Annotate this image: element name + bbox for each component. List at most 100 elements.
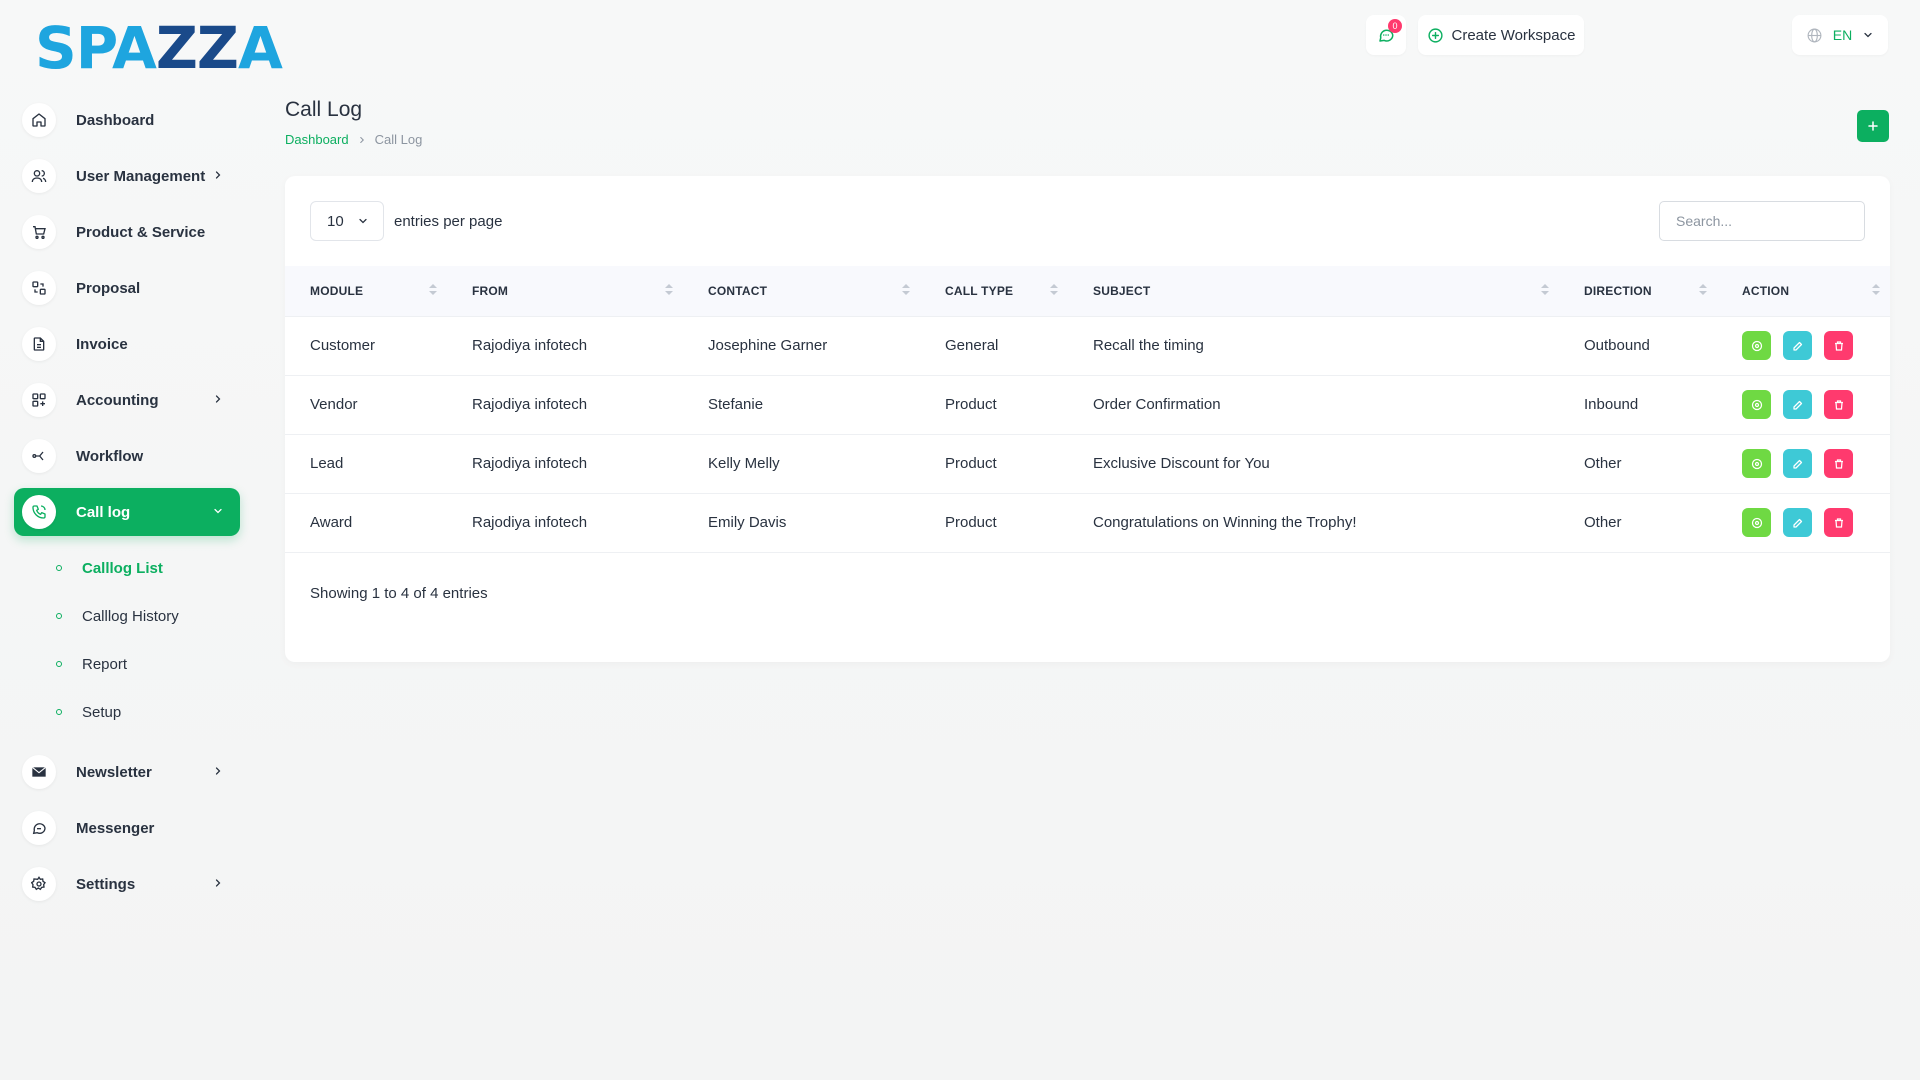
sidebar-item-label: Dashboard — [76, 111, 155, 129]
view-button[interactable] — [1742, 390, 1771, 419]
delete-button[interactable] — [1824, 390, 1853, 419]
cell-call-type: Product — [920, 374, 1068, 434]
sidebar: Dashboard User Management Product & Serv… — [14, 96, 240, 916]
chevron-right-icon — [215, 171, 221, 179]
globe-icon — [1807, 28, 1822, 42]
cell-module: Vendor — [285, 374, 447, 434]
sidebar-item-label: Invoice — [76, 335, 128, 353]
view-icon — [1751, 399, 1762, 410]
message-circle-icon — [22, 811, 56, 845]
sidebar-subitem-label: Calllog List — [82, 559, 163, 577]
sidebar-item-newsletter[interactable]: Newsletter — [14, 748, 240, 796]
column-header-label: MODULE — [310, 283, 364, 298]
column-header-subject[interactable]: SUBJECT — [1068, 266, 1559, 316]
bullet-icon — [56, 613, 62, 619]
view-button[interactable] — [1742, 331, 1771, 360]
users-icon — [22, 159, 56, 193]
search-input[interactable] — [1659, 201, 1865, 241]
sidebar-item-messenger[interactable]: Messenger — [14, 804, 240, 852]
sidebar-item-settings[interactable]: Settings — [14, 860, 240, 908]
breadcrumb-current: Call Log — [374, 132, 423, 147]
edit-icon — [1792, 341, 1802, 351]
sidebar-item-label: Messenger — [76, 819, 155, 837]
column-header-label: FROM — [472, 283, 509, 298]
sidebar-subitem-calllog-history[interactable]: Calllog History — [40, 592, 240, 640]
sidebar-item-dashboard[interactable]: Dashboard — [14, 96, 240, 144]
spazza-logo[interactable]: SPAZZA — [35, 18, 283, 78]
sidebar-subitem-calllog-list[interactable]: Calllog List — [40, 544, 240, 592]
cell-from: Rajodiya infotech — [447, 492, 683, 553]
sidebar-item-label: User Management — [76, 167, 206, 185]
sidebar-item-call-log[interactable]: Call log — [14, 488, 240, 536]
chevron-right-icon — [359, 136, 364, 143]
sidebar-subitem-report[interactable]: Report — [40, 640, 240, 688]
column-header-from[interactable]: FROM — [447, 266, 683, 316]
add-call-log-button[interactable] — [1857, 110, 1889, 142]
view-icon — [1751, 517, 1762, 528]
trash-icon — [1834, 399, 1843, 410]
breadcrumb-dashboard-link[interactable]: Dashboard — [285, 132, 349, 147]
messages-button[interactable]: 0 — [1366, 15, 1406, 55]
view-button[interactable] — [1742, 449, 1771, 478]
sidebar-subitem-label: Setup — [82, 703, 122, 721]
plus-circle-icon — [1427, 27, 1443, 43]
column-header-action[interactable]: ACTION — [1717, 266, 1890, 316]
column-header-call-type[interactable]: CALL TYPE — [920, 266, 1068, 316]
delete-button[interactable] — [1824, 331, 1853, 360]
sidebar-item-user-management[interactable]: User Management — [14, 152, 240, 200]
edit-button[interactable] — [1783, 449, 1812, 478]
language-selector[interactable]: EN — [1792, 15, 1888, 55]
column-header-contact[interactable]: CONTACT — [683, 266, 920, 316]
cell-from: Rajodiya infotech — [447, 433, 683, 493]
edit-button[interactable] — [1783, 508, 1812, 537]
sidebar-item-proposal[interactable]: Proposal — [14, 264, 240, 312]
sidebar-item-label: Product & Service — [76, 223, 206, 241]
gear-icon — [22, 867, 56, 901]
delete-button[interactable] — [1824, 449, 1853, 478]
workflow-icon — [22, 439, 56, 473]
per-page-select[interactable]: 10 — [310, 201, 384, 241]
cell-direction: Other — [1559, 492, 1717, 553]
column-header-module[interactable]: MODULE — [285, 266, 447, 316]
trash-icon — [1834, 458, 1843, 469]
trash-icon — [1834, 340, 1843, 351]
sidebar-item-accounting[interactable]: Accounting — [14, 376, 240, 424]
view-icon — [1751, 458, 1762, 469]
chevron-right-icon — [215, 879, 221, 887]
cell-action — [1717, 374, 1890, 434]
sidebar-item-product-service[interactable]: Product & Service — [14, 208, 240, 256]
edit-button[interactable] — [1783, 331, 1812, 360]
sidebar-item-workflow[interactable]: Workflow — [14, 432, 240, 480]
column-header-label: ACTION — [1742, 283, 1790, 298]
table-row: Customer Rajodiya infotech Josephine Gar… — [285, 315, 1890, 375]
cell-subject: Exclusive Discount for You — [1068, 433, 1559, 493]
call-log-submenu: Calllog List Calllog History Report Setu… — [14, 544, 240, 736]
trash-icon — [1834, 517, 1843, 528]
column-header-direction[interactable]: DIRECTION — [1559, 266, 1717, 316]
per-page-value: 10 — [327, 212, 344, 230]
plus-icon — [1868, 121, 1878, 131]
pagination-info: Showing 1 to 4 of 4 entries — [310, 585, 488, 602]
call-log-table: MODULE FROM CONTACT CALL TYPE SUBJECT DI… — [285, 266, 1890, 553]
cell-call-type: Product — [920, 433, 1068, 493]
cell-call-type: Product — [920, 492, 1068, 553]
column-header-label: CALL TYPE — [945, 283, 1014, 298]
sidebar-item-label: Settings — [76, 875, 136, 893]
page-title: Call Log — [285, 98, 363, 121]
cell-module: Award — [285, 492, 447, 553]
edit-icon — [1792, 518, 1802, 528]
column-header-label: SUBJECT — [1093, 283, 1151, 298]
cell-from: Rajodiya infotech — [447, 315, 683, 375]
edit-icon — [1792, 400, 1802, 410]
delete-button[interactable] — [1824, 508, 1853, 537]
cell-contact: Emily Davis — [683, 492, 920, 553]
view-button[interactable] — [1742, 508, 1771, 537]
sidebar-item-invoice[interactable]: Invoice — [14, 320, 240, 368]
edit-button[interactable] — [1783, 390, 1812, 419]
create-workspace-button[interactable]: Create Workspace — [1418, 15, 1584, 55]
chevron-down-icon — [1864, 32, 1872, 38]
sidebar-subitem-setup[interactable]: Setup — [40, 688, 240, 736]
bullet-icon — [56, 661, 62, 667]
cell-action — [1717, 492, 1890, 553]
chevron-down-icon — [359, 218, 367, 224]
